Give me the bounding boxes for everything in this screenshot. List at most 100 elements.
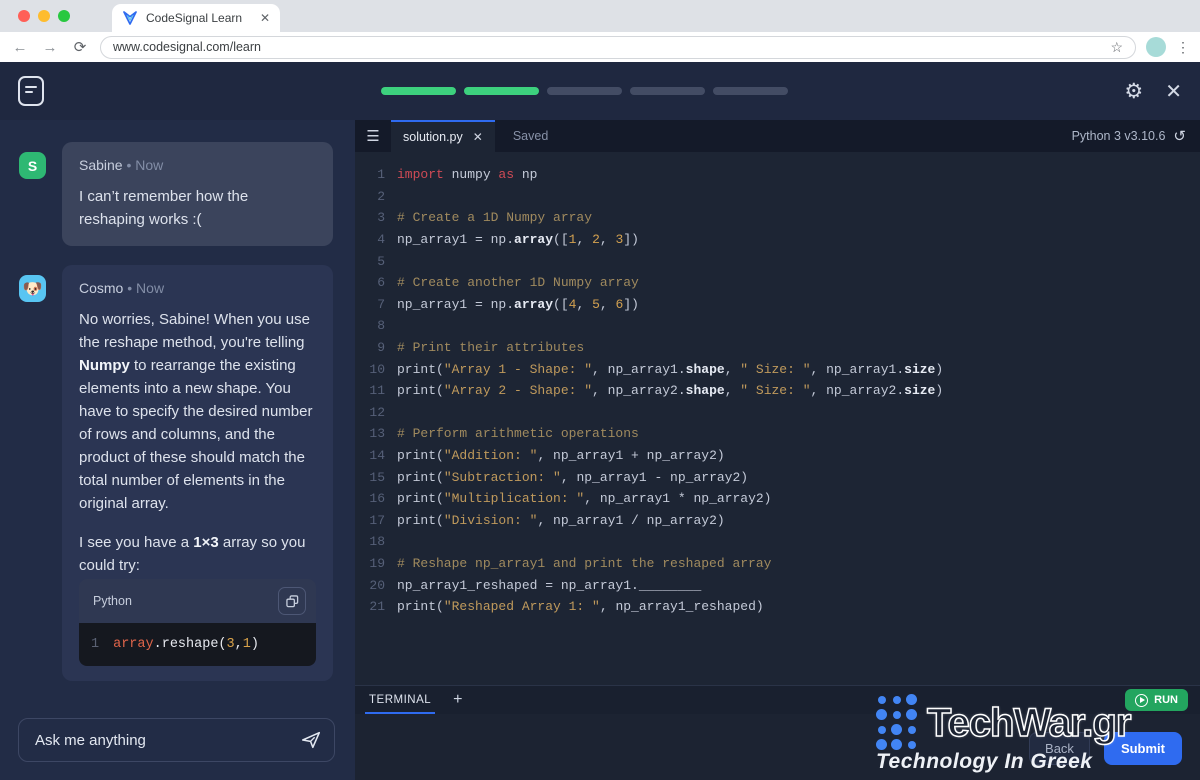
- add-terminal-icon[interactable]: +: [453, 691, 462, 709]
- message-body: No worries, Sabine! When you use the res…: [79, 308, 316, 577]
- tab-close-icon[interactable]: ✕: [260, 11, 270, 25]
- line-content: [385, 254, 405, 269]
- snippet-language-label: Python: [93, 594, 132, 608]
- code-line: 7np_array1 = np.array([4, 5, 6]): [355, 294, 1200, 316]
- code-line: 21print("Reshaped Array 1: ", np_array1_…: [355, 596, 1200, 618]
- line-number: 11: [355, 383, 385, 398]
- code-line: 8: [355, 315, 1200, 337]
- run-button-label: RUN: [1154, 694, 1178, 706]
- code-line: 3# Create a 1D Numpy array: [355, 207, 1200, 229]
- line-number: 9: [355, 340, 385, 355]
- code-area[interactable]: 1import numpy as np2 3# Create a 1D Nump…: [355, 152, 1200, 685]
- terminal-tab-bar: TERMINAL + RUN: [355, 685, 1200, 714]
- submit-button[interactable]: Submit: [1104, 732, 1182, 765]
- line-number: 13: [355, 426, 385, 441]
- chat-sidebar: S Sabine • Now I can’t remember how the …: [0, 120, 355, 780]
- line-content: print("Multiplication: ", np_array1 * np…: [385, 491, 771, 506]
- line-content: [385, 189, 405, 204]
- code-line: 13# Perform arithmetic operations: [355, 423, 1200, 445]
- code-line: 9# Print their attributes: [355, 337, 1200, 359]
- code-line: 16print("Multiplication: ", np_array1 * …: [355, 488, 1200, 510]
- file-tab-close-icon[interactable]: ✕: [473, 130, 483, 144]
- line-number: 15: [355, 470, 385, 485]
- minimize-window-button[interactable]: [38, 10, 50, 22]
- line-content: print("Reshaped Array 1: ", np_array1_re…: [385, 599, 764, 614]
- line-number: 14: [355, 448, 385, 463]
- lesson-notes-icon[interactable]: [18, 76, 44, 106]
- code-editor-panel: ☰ solution.py ✕ Saved Python 3 v3.10.6 ↺…: [355, 120, 1200, 780]
- code-line: 17print("Division: ", np_array1 / np_arr…: [355, 510, 1200, 532]
- line-content: [385, 318, 405, 333]
- line-content: print("Array 1 - Shape: ", np_array1.sha…: [385, 362, 943, 377]
- browser-chrome: CodeSignal Learn ✕ ← → ⟳ www.codesignal.…: [0, 0, 1200, 62]
- progress-segment-todo: [547, 87, 622, 95]
- line-content: print("Subtraction: ", np_array1 - np_ar…: [385, 470, 748, 485]
- code-line: 1import numpy as np: [355, 164, 1200, 186]
- file-tab-solution-py[interactable]: solution.py ✕: [391, 120, 495, 152]
- copy-icon: [286, 595, 299, 608]
- run-button[interactable]: RUN: [1125, 689, 1188, 711]
- line-number: 6: [355, 275, 385, 290]
- message-header: Cosmo • Now: [79, 280, 316, 296]
- progress-segment-todo: [713, 87, 788, 95]
- forward-nav-icon[interactable]: →: [40, 39, 60, 56]
- history-icon[interactable]: ↺: [1173, 127, 1186, 145]
- progress-segment-done: [381, 87, 456, 95]
- maximize-window-button[interactable]: [58, 10, 70, 22]
- message-paragraph: No worries, Sabine! When you use the res…: [79, 308, 316, 515]
- line-number: 5: [355, 254, 385, 269]
- code-line: 6# Create another 1D Numpy array: [355, 272, 1200, 294]
- reload-icon[interactable]: ⟳: [70, 38, 90, 56]
- line-number: 20: [355, 578, 385, 593]
- browser-menu-icon[interactable]: ⋮: [1176, 39, 1190, 56]
- snippet-code: 1 array.reshape(3,1): [79, 623, 316, 666]
- lesson-progress-bar: [44, 87, 1124, 95]
- terminal-body[interactable]: Back Submit: [355, 714, 1200, 780]
- avatar-cosmo: 🐶: [19, 275, 46, 302]
- code-line: 5: [355, 250, 1200, 272]
- browser-toolbar: ← → ⟳ www.codesignal.com/learn ☆ ⋮: [0, 32, 1200, 62]
- runtime-label: Python 3 v3.10.6: [1072, 129, 1166, 143]
- line-content: np_array1 = np.array([1, 2, 3]): [385, 232, 639, 247]
- code-line: 18: [355, 531, 1200, 553]
- message-header: Sabine • Now: [79, 157, 316, 173]
- snippet-code-text: array.reshape(3,1): [113, 637, 259, 652]
- chat-input[interactable]: [35, 732, 300, 749]
- close-icon[interactable]: ✕: [1165, 79, 1182, 104]
- line-number: 12: [355, 405, 385, 420]
- back-nav-icon[interactable]: ←: [10, 39, 30, 56]
- message-time: Now: [135, 157, 163, 173]
- line-content: # Perform arithmetic operations: [385, 426, 639, 441]
- line-content: # Create a 1D Numpy array: [385, 210, 592, 225]
- chat-input-container[interactable]: [18, 718, 335, 762]
- copy-code-button[interactable]: [278, 587, 306, 615]
- author-name: Sabine: [79, 157, 123, 173]
- line-number: 19: [355, 556, 385, 571]
- author-name: Cosmo: [79, 280, 123, 296]
- hamburger-menu-icon[interactable]: ☰: [355, 120, 391, 152]
- line-content: [385, 405, 405, 420]
- browser-profile-avatar[interactable]: [1146, 37, 1166, 57]
- line-content: import numpy as np: [385, 167, 537, 182]
- codesignal-logo-icon: [122, 10, 138, 26]
- url-bar[interactable]: www.codesignal.com/learn ☆: [100, 36, 1136, 59]
- code-line: 4np_array1 = np.array([1, 2, 3]): [355, 229, 1200, 251]
- close-window-button[interactable]: [18, 10, 30, 22]
- runtime-info: Python 3 v3.10.6 ↺: [1058, 120, 1200, 152]
- send-icon[interactable]: [300, 729, 322, 751]
- back-button[interactable]: Back: [1029, 732, 1090, 765]
- message-paragraph: I can’t remember how the reshaping works…: [79, 185, 316, 231]
- browser-tab-title: CodeSignal Learn: [146, 11, 252, 25]
- terminal-tab[interactable]: TERMINAL: [365, 686, 435, 714]
- snippet-header: Python: [79, 579, 316, 623]
- browser-tab[interactable]: CodeSignal Learn ✕: [112, 4, 280, 32]
- code-line: 20np_array1_reshaped = np_array1._______…: [355, 574, 1200, 596]
- url-text[interactable]: www.codesignal.com/learn: [113, 40, 1102, 54]
- window-controls[interactable]: [0, 0, 84, 32]
- code-snippet-card: Python 1 array.reshape(3,1): [79, 579, 316, 666]
- line-content: # Create another 1D Numpy array: [385, 275, 639, 290]
- line-number: 18: [355, 534, 385, 549]
- gear-icon[interactable]: ⚙: [1124, 79, 1143, 104]
- line-content: np_array1_reshaped = np_array1.________: [385, 578, 701, 593]
- bookmark-star-icon[interactable]: ☆: [1110, 39, 1123, 56]
